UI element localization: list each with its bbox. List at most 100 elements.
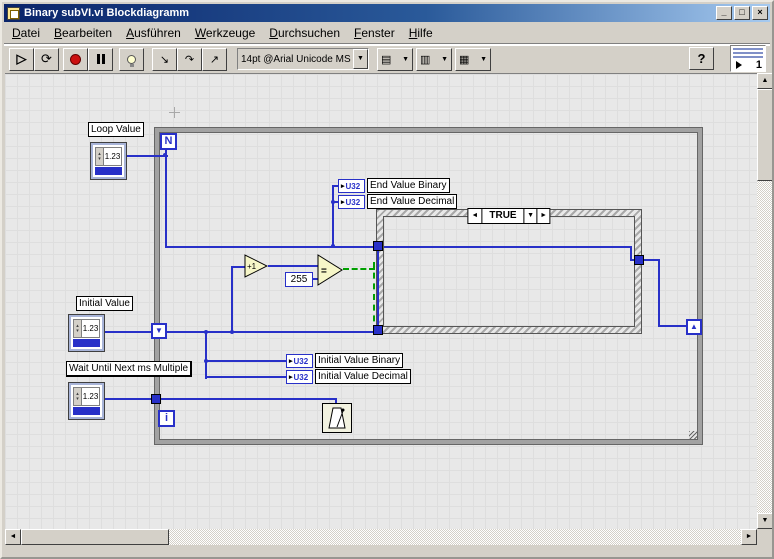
case-next-icon[interactable]: ► [536,209,550,223]
reorder-button[interactable]: ▦ ▼ [455,47,491,71]
case-tunnel-right[interactable] [634,255,644,265]
menu-datei[interactable]: Datei [5,22,47,44]
reorder-icon: ▦ [459,53,470,66]
origin-marker [174,107,175,118]
wire-increment-out[interactable] [268,265,318,267]
wire-to-wait-function[interactable] [161,398,337,400]
horizontal-scrollbar[interactable]: ◄ ► [5,529,757,545]
maximize-button[interactable]: □ [734,6,750,20]
wire-increment-in[interactable] [231,266,245,268]
titlebar[interactable]: Binary subVI.vi Blockdiagramm _ □ × [4,4,770,22]
spinner-icon[interactable]: ▴ ▾ [74,388,82,405]
case-tunnel-top-left[interactable] [373,241,383,251]
wire-to-shift-register[interactable] [658,259,660,327]
u32-terminal-end-value-decimal[interactable]: ▸ U32 [338,195,365,209]
wire-boolean-selector[interactable] [343,268,375,270]
close-button[interactable]: × [752,6,768,20]
loop-tunnel-wait[interactable] [151,394,161,404]
u32-terminal-initial-value-binary[interactable]: ▸ U32 [286,354,313,368]
shift-register-up-icon: ▲ [690,322,698,331]
menu-hilfe[interactable]: Hilfe [402,22,440,44]
dropdown-arrow-icon[interactable]: ▼ [353,49,368,69]
distribute-objects-button[interactable]: ▥ ▼ [416,47,452,71]
font-selector[interactable]: 14pt @Arial Unicode MS ▼ [237,48,369,70]
wire-boolean-vertical[interactable] [373,262,375,332]
step-over-button[interactable]: ↷ [177,47,202,71]
spinner-icon[interactable]: ▴ ▾ [74,320,82,337]
labview-window: Binary subVI.vi Blockdiagramm _ □ × Date… [0,0,774,559]
minimize-button[interactable]: _ [716,6,732,20]
scroll-left-button[interactable]: ◄ [5,529,21,545]
case-dropdown-icon[interactable]: ▼ [523,209,537,223]
wire-junction [331,200,335,204]
wire-increment-branch[interactable] [231,266,233,333]
terminal-arrow-icon: ▸ [341,183,345,190]
iteration-terminal[interactable]: i [158,410,175,427]
step-into-button[interactable]: ↘ [152,47,177,71]
wire-loop-value[interactable] [126,155,168,157]
align-objects-button[interactable]: ▤ ▼ [377,47,413,71]
label-initial-value-binary: Initial Value Binary [315,353,404,368]
wire-case-inside[interactable] [384,246,631,248]
menu-fenster[interactable]: Fenster [347,22,402,44]
loop-count-terminal[interactable]: N [160,133,177,150]
horizontal-scroll-thumb[interactable] [21,529,169,545]
increment-function[interactable]: +1 [244,254,268,278]
wire-to-case[interactable] [165,246,376,248]
u32-terminal-end-value-binary[interactable]: ▸ U32 [338,179,365,193]
svg-text:+1: +1 [247,262,257,271]
vertical-scroll-thumb[interactable] [757,89,772,181]
wire-left-vertical[interactable] [165,150,167,248]
wire-indicator-branch[interactable] [205,331,207,379]
case-prev-icon[interactable]: ◄ [468,209,481,223]
wire-junction [204,330,208,334]
wire-shift-register-in[interactable] [658,325,686,327]
help-button[interactable]: ? [689,47,714,70]
vertical-scrollbar[interactable]: ▲ ▼ [757,73,772,529]
u32-terminal-initial-value-decimal[interactable]: ▸ U32 [286,370,313,384]
menu-durchsuchen[interactable]: Durchsuchen [262,22,347,44]
initial-value-control[interactable]: ▴ ▾ 1.23 [68,314,105,352]
vi-icon[interactable]: 1 [730,45,766,72]
wait-ms-control[interactable]: ▴ ▾ 1.23 [68,382,105,420]
spinner-icon[interactable]: ▴ ▾ [96,148,104,165]
wait-ms-multiple-function[interactable] [322,403,352,433]
shift-register-right[interactable]: ▲ [686,319,702,335]
step-out-button[interactable]: ↗ [202,47,227,71]
wire-junction [163,153,167,157]
comparison-function[interactable]: = [317,254,343,286]
label-end-value-binary: End Value Binary [367,178,450,193]
wire-wait-value[interactable] [105,398,151,400]
case-content[interactable] [383,216,635,327]
wire-main-horizontal[interactable] [167,331,375,333]
wire-initial-value[interactable] [104,331,152,333]
loop-value-control[interactable]: ▴ ▾ 1.23 [90,142,127,180]
abort-button[interactable] [63,47,88,71]
case-structure[interactable]: ◄ TRUE ▼ ► [376,208,642,334]
wire-end-value-branch[interactable] [332,185,334,248]
menu-werkzeuge[interactable]: Werkzeuge [188,22,262,44]
block-diagram-canvas[interactable]: ◄ TRUE ▼ ► ▼ ▲ N i Loop Value Initial Va… [5,73,757,529]
scroll-up-button[interactable]: ▲ [757,73,772,89]
case-selector-value[interactable]: TRUE [481,209,523,223]
menu-bearbeiten[interactable]: Bearbeiten [47,22,119,44]
shift-register-left[interactable]: ▼ [151,323,167,339]
toolbar: ▷ ⟳ ↘ ↷ ↗ 14pt @Arial Unicode MS ▼ ▤ ▼ ▥ ▼… [4,45,770,73]
type-strip [95,167,122,175]
wire-initial-binary[interactable] [205,360,286,362]
pause-button[interactable] [88,47,113,71]
case-selector[interactable]: ◄ TRUE ▼ ► [467,208,551,224]
constant-255[interactable]: 255 [285,272,313,287]
menu-ausfuehren[interactable]: Ausführen [119,22,188,44]
case-tunnel-bottom-left[interactable] [373,325,383,335]
label-initial-value: Initial Value [76,296,133,311]
type-strip [73,407,100,415]
highlight-execution-button[interactable] [119,47,144,71]
loop-resize-handle[interactable] [689,431,698,440]
scroll-down-button[interactable]: ▼ [757,513,772,529]
wire-case-left-vertical[interactable] [377,251,379,327]
scroll-right-button[interactable]: ► [741,529,757,545]
wire-initial-decimal[interactable] [205,376,286,378]
run-button[interactable]: ▷ [9,47,34,71]
run-continuous-button[interactable]: ⟳ [34,47,59,71]
